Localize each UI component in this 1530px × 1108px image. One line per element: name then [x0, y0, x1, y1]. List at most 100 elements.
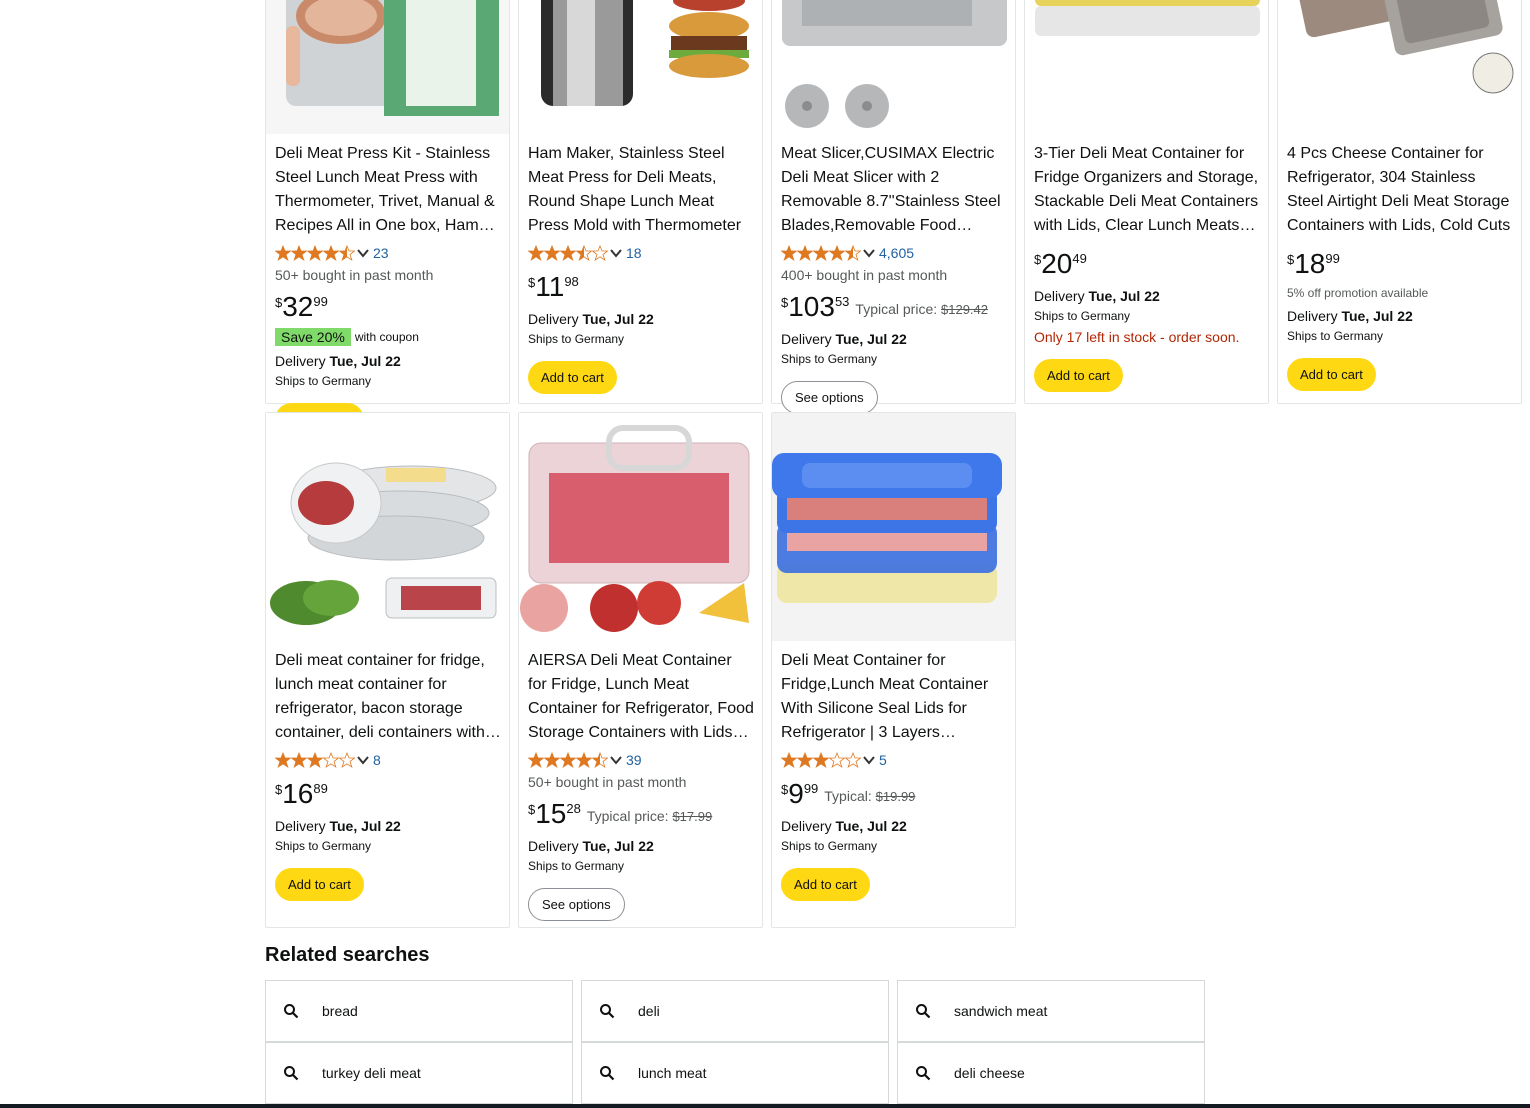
- star-icon: [560, 752, 576, 768]
- star-rating[interactable]: [528, 752, 608, 768]
- search-icon: [284, 1004, 299, 1019]
- delivery-date: Tue, Jul 22: [1341, 308, 1413, 324]
- star-rating[interactable]: [528, 245, 608, 261]
- star-icon: [307, 752, 323, 768]
- price[interactable]: $9 99 Typical: $19.99: [781, 778, 1007, 812]
- related-search-item[interactable]: deli cheese: [897, 1042, 1205, 1104]
- related-search-item[interactable]: bread: [265, 980, 573, 1042]
- price-fraction: 53: [834, 294, 850, 309]
- star-icon: [291, 245, 307, 261]
- delivery-label: Delivery: [781, 331, 832, 347]
- delivery-info: Delivery Tue, Jul 22: [1034, 286, 1260, 306]
- price-whole: 15: [535, 798, 567, 829]
- chevron-down-icon[interactable]: [863, 754, 875, 766]
- review-count-link[interactable]: 23: [373, 245, 389, 261]
- add-to-cart-button[interactable]: Add to cart: [528, 361, 617, 394]
- related-search-item[interactable]: deli: [581, 980, 889, 1042]
- price[interactable]: $20 49: [1034, 248, 1260, 282]
- price-symbol: $: [781, 295, 789, 310]
- delivery-label: Delivery: [1034, 288, 1085, 304]
- results-grid: Deli Meat Press Kit - Stainless Steel Lu…: [265, 0, 1523, 928]
- chevron-down-icon[interactable]: [610, 754, 622, 766]
- chevron-down-icon[interactable]: [357, 247, 369, 259]
- product-title-link[interactable]: 3-Tier Deli Meat Container for Fridge Or…: [1034, 142, 1260, 238]
- typical-price-label: Typical price:: [586, 808, 669, 824]
- add-to-cart-button[interactable]: Add to cart: [1287, 358, 1376, 391]
- product-image-picture: [266, 413, 509, 641]
- add-to-cart-button[interactable]: Add to cart: [781, 868, 870, 901]
- review-count-link[interactable]: 39: [626, 752, 642, 768]
- star-rating[interactable]: [275, 245, 355, 261]
- add-to-cart-button[interactable]: Add to cart: [1034, 359, 1123, 392]
- ships-to: Ships to Germany: [275, 374, 372, 388]
- product-image-picture: [772, 0, 1015, 134]
- ships-to: Ships to Germany: [781, 839, 878, 853]
- related-search-label: lunch meat: [638, 1065, 707, 1081]
- review-count-link[interactable]: 8: [373, 752, 381, 768]
- ships-to: Ships to Germany: [528, 332, 625, 346]
- price[interactable]: $18 99: [1287, 248, 1513, 282]
- price[interactable]: $103 53 Typical price: $129.42: [781, 291, 1007, 325]
- product-title-link[interactable]: 4 Pcs Cheese Container for Refrigerator,…: [1287, 142, 1513, 238]
- coupon-badge: Save 20%: [275, 328, 351, 346]
- related-search-item[interactable]: sandwich meat: [897, 980, 1205, 1042]
- product-card: Ham Maker, Stainless Steel Meat Press fo…: [518, 0, 763, 404]
- chevron-down-icon[interactable]: [357, 754, 369, 766]
- product-image[interactable]: [519, 0, 762, 134]
- product-title-link[interactable]: Deli meat container for fridge, lunch me…: [275, 649, 501, 745]
- delivery-date: Tue, Jul 22: [835, 818, 907, 834]
- related-search-label: sandwich meat: [954, 1003, 1048, 1019]
- rating-spacer: [1034, 238, 1260, 242]
- price[interactable]: $11 98: [528, 271, 754, 305]
- price-fraction: 98: [564, 274, 579, 289]
- typical-price: Typical price: $17.99: [587, 808, 712, 824]
- see-options-button[interactable]: See options: [781, 381, 878, 414]
- price[interactable]: $15 28 Typical price: $17.99: [528, 798, 754, 832]
- related-search-item[interactable]: turkey deli meat: [265, 1042, 573, 1104]
- product-image[interactable]: [1025, 0, 1268, 134]
- search-icon: [916, 1066, 931, 1081]
- product-image[interactable]: [1278, 0, 1521, 134]
- product-image[interactable]: [772, 0, 1015, 134]
- chevron-down-icon[interactable]: [863, 247, 875, 259]
- star-rating[interactable]: [781, 245, 861, 261]
- star-icon: [275, 752, 291, 768]
- product-image-picture: [1025, 0, 1268, 134]
- product-image[interactable]: [772, 413, 1015, 641]
- see-options-button[interactable]: See options: [528, 888, 625, 921]
- star-rating[interactable]: [781, 752, 861, 768]
- search-icon: [916, 1004, 931, 1019]
- price-symbol: $: [528, 275, 536, 290]
- coupon-row[interactable]: Save 20% with coupon: [275, 327, 501, 347]
- chevron-down-icon[interactable]: [610, 247, 622, 259]
- product-title-link[interactable]: Meat Slicer,CUSIMAX Electric Deli Meat S…: [781, 142, 1007, 238]
- related-search-item[interactable]: lunch meat: [581, 1042, 889, 1104]
- star-icon: [576, 752, 592, 768]
- product-image[interactable]: [266, 0, 509, 134]
- product-title-link[interactable]: Deli Meat Container for Fridge,Lunch Mea…: [781, 649, 1007, 745]
- rating-row: 18: [528, 241, 754, 265]
- product-details: 4 Pcs Cheese Container for Refrigerator,…: [1278, 134, 1521, 403]
- product-title-link[interactable]: AIERSA Deli Meat Container for Fridge, L…: [528, 649, 754, 745]
- star-icon: [323, 245, 339, 261]
- product-image[interactable]: [519, 413, 762, 641]
- review-count-link[interactable]: 5: [879, 752, 887, 768]
- product-image[interactable]: [266, 413, 509, 641]
- product-title-link[interactable]: Deli Meat Press Kit - Stainless Steel Lu…: [275, 142, 501, 238]
- price[interactable]: $16 89: [275, 778, 501, 812]
- star-rating[interactable]: [275, 752, 355, 768]
- product-details: 3-Tier Deli Meat Container for Fridge Or…: [1025, 134, 1268, 404]
- typical-price: Typical: $19.99: [824, 788, 915, 804]
- product-details: Deli meat container for fridge, lunch me…: [266, 641, 509, 913]
- review-count-link[interactable]: 4,605: [879, 245, 914, 261]
- product-title-link[interactable]: Ham Maker, Stainless Steel Meat Press fo…: [528, 142, 754, 238]
- typical-price-value: $19.99: [875, 789, 916, 804]
- delivery-label: Delivery: [781, 818, 832, 834]
- product-image-picture: [1278, 0, 1521, 134]
- ships-to: Ships to Germany: [275, 839, 372, 853]
- price-whole: 11: [535, 271, 565, 302]
- star-icon: [576, 245, 592, 261]
- price[interactable]: $32 99: [275, 291, 501, 325]
- review-count-link[interactable]: 18: [626, 245, 642, 261]
- add-to-cart-button[interactable]: Add to cart: [275, 868, 364, 901]
